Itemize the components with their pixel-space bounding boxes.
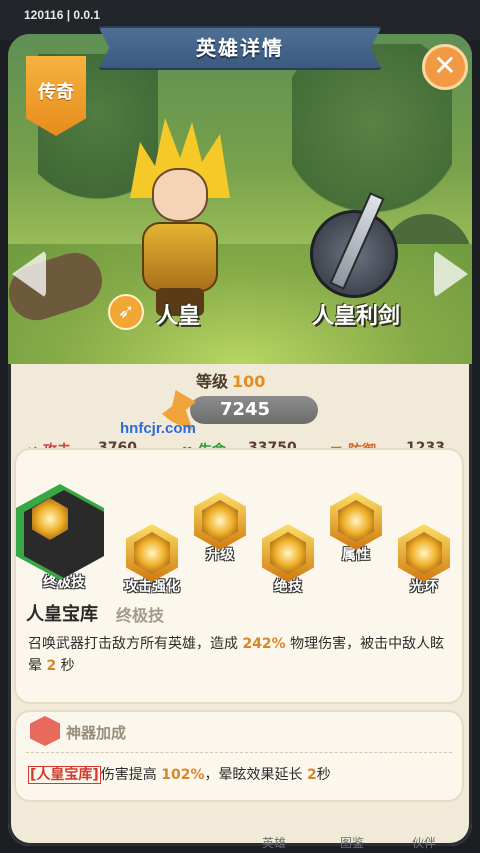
- attack-boost-skill-icon: [126, 524, 178, 582]
- divider: [26, 752, 452, 753]
- skill-attack-boost[interactable]: 攻击强化: [120, 524, 184, 596]
- special-skill-icon: [262, 524, 314, 582]
- close-icon: ✕: [433, 49, 457, 82]
- watermark-text: hnfcjr.com: [120, 420, 196, 437]
- weapon-name: 人皇利剑: [312, 304, 401, 329]
- hero-name: 人皇: [156, 304, 201, 329]
- bottom-nav: 英雄 图鉴 伙伴: [0, 832, 480, 853]
- version-text: 120116 | 0.0.1: [24, 8, 101, 22]
- artifact-effect: [人皇宝库] 伤害提高 102%，晕眩效果延长 2秒: [28, 766, 331, 784]
- tab-codex[interactable]: 图鉴: [340, 834, 364, 851]
- skill-upgrade[interactable]: 升级: [188, 492, 252, 564]
- rarity-label: 传奇: [38, 82, 74, 103]
- hero-portrait[interactable]: [120, 118, 240, 318]
- skill-description: 召唤武器打击敌方所有英雄，造成 242% 物理伤害，被击中敌人眩晕 2 秒: [28, 636, 445, 674]
- upgrade-skill-icon: [194, 492, 246, 550]
- artifact-title: 神器加成: [66, 724, 127, 742]
- skill-attribute[interactable]: 属性: [324, 492, 388, 564]
- skill-type: 终极技: [116, 606, 165, 625]
- artifact-skill-tag: [人皇宝库]: [28, 766, 101, 784]
- tab-hero[interactable]: 英雄: [262, 834, 286, 851]
- level-value: 100: [232, 372, 266, 391]
- archer-class-icon: ➶: [108, 294, 144, 330]
- close-button[interactable]: ✕: [422, 44, 468, 90]
- power-value: 7245: [219, 399, 271, 420]
- skill-name: 人皇宝库: [26, 604, 98, 625]
- attribute-skill-icon: [330, 492, 382, 550]
- page-title: 英雄详情: [196, 36, 284, 60]
- aura-skill-icon: [398, 524, 450, 582]
- level-label: 等级: [196, 372, 229, 391]
- skill-ultimate[interactable]: 终极技: [16, 484, 108, 592]
- level-display: 等级 100: [196, 368, 265, 392]
- skill-aura[interactable]: 光环: [392, 524, 456, 596]
- weapon-icon[interactable]: [310, 192, 398, 298]
- skill-special[interactable]: 绝技: [256, 524, 320, 596]
- tab-partner[interactable]: 伙伴: [412, 834, 436, 851]
